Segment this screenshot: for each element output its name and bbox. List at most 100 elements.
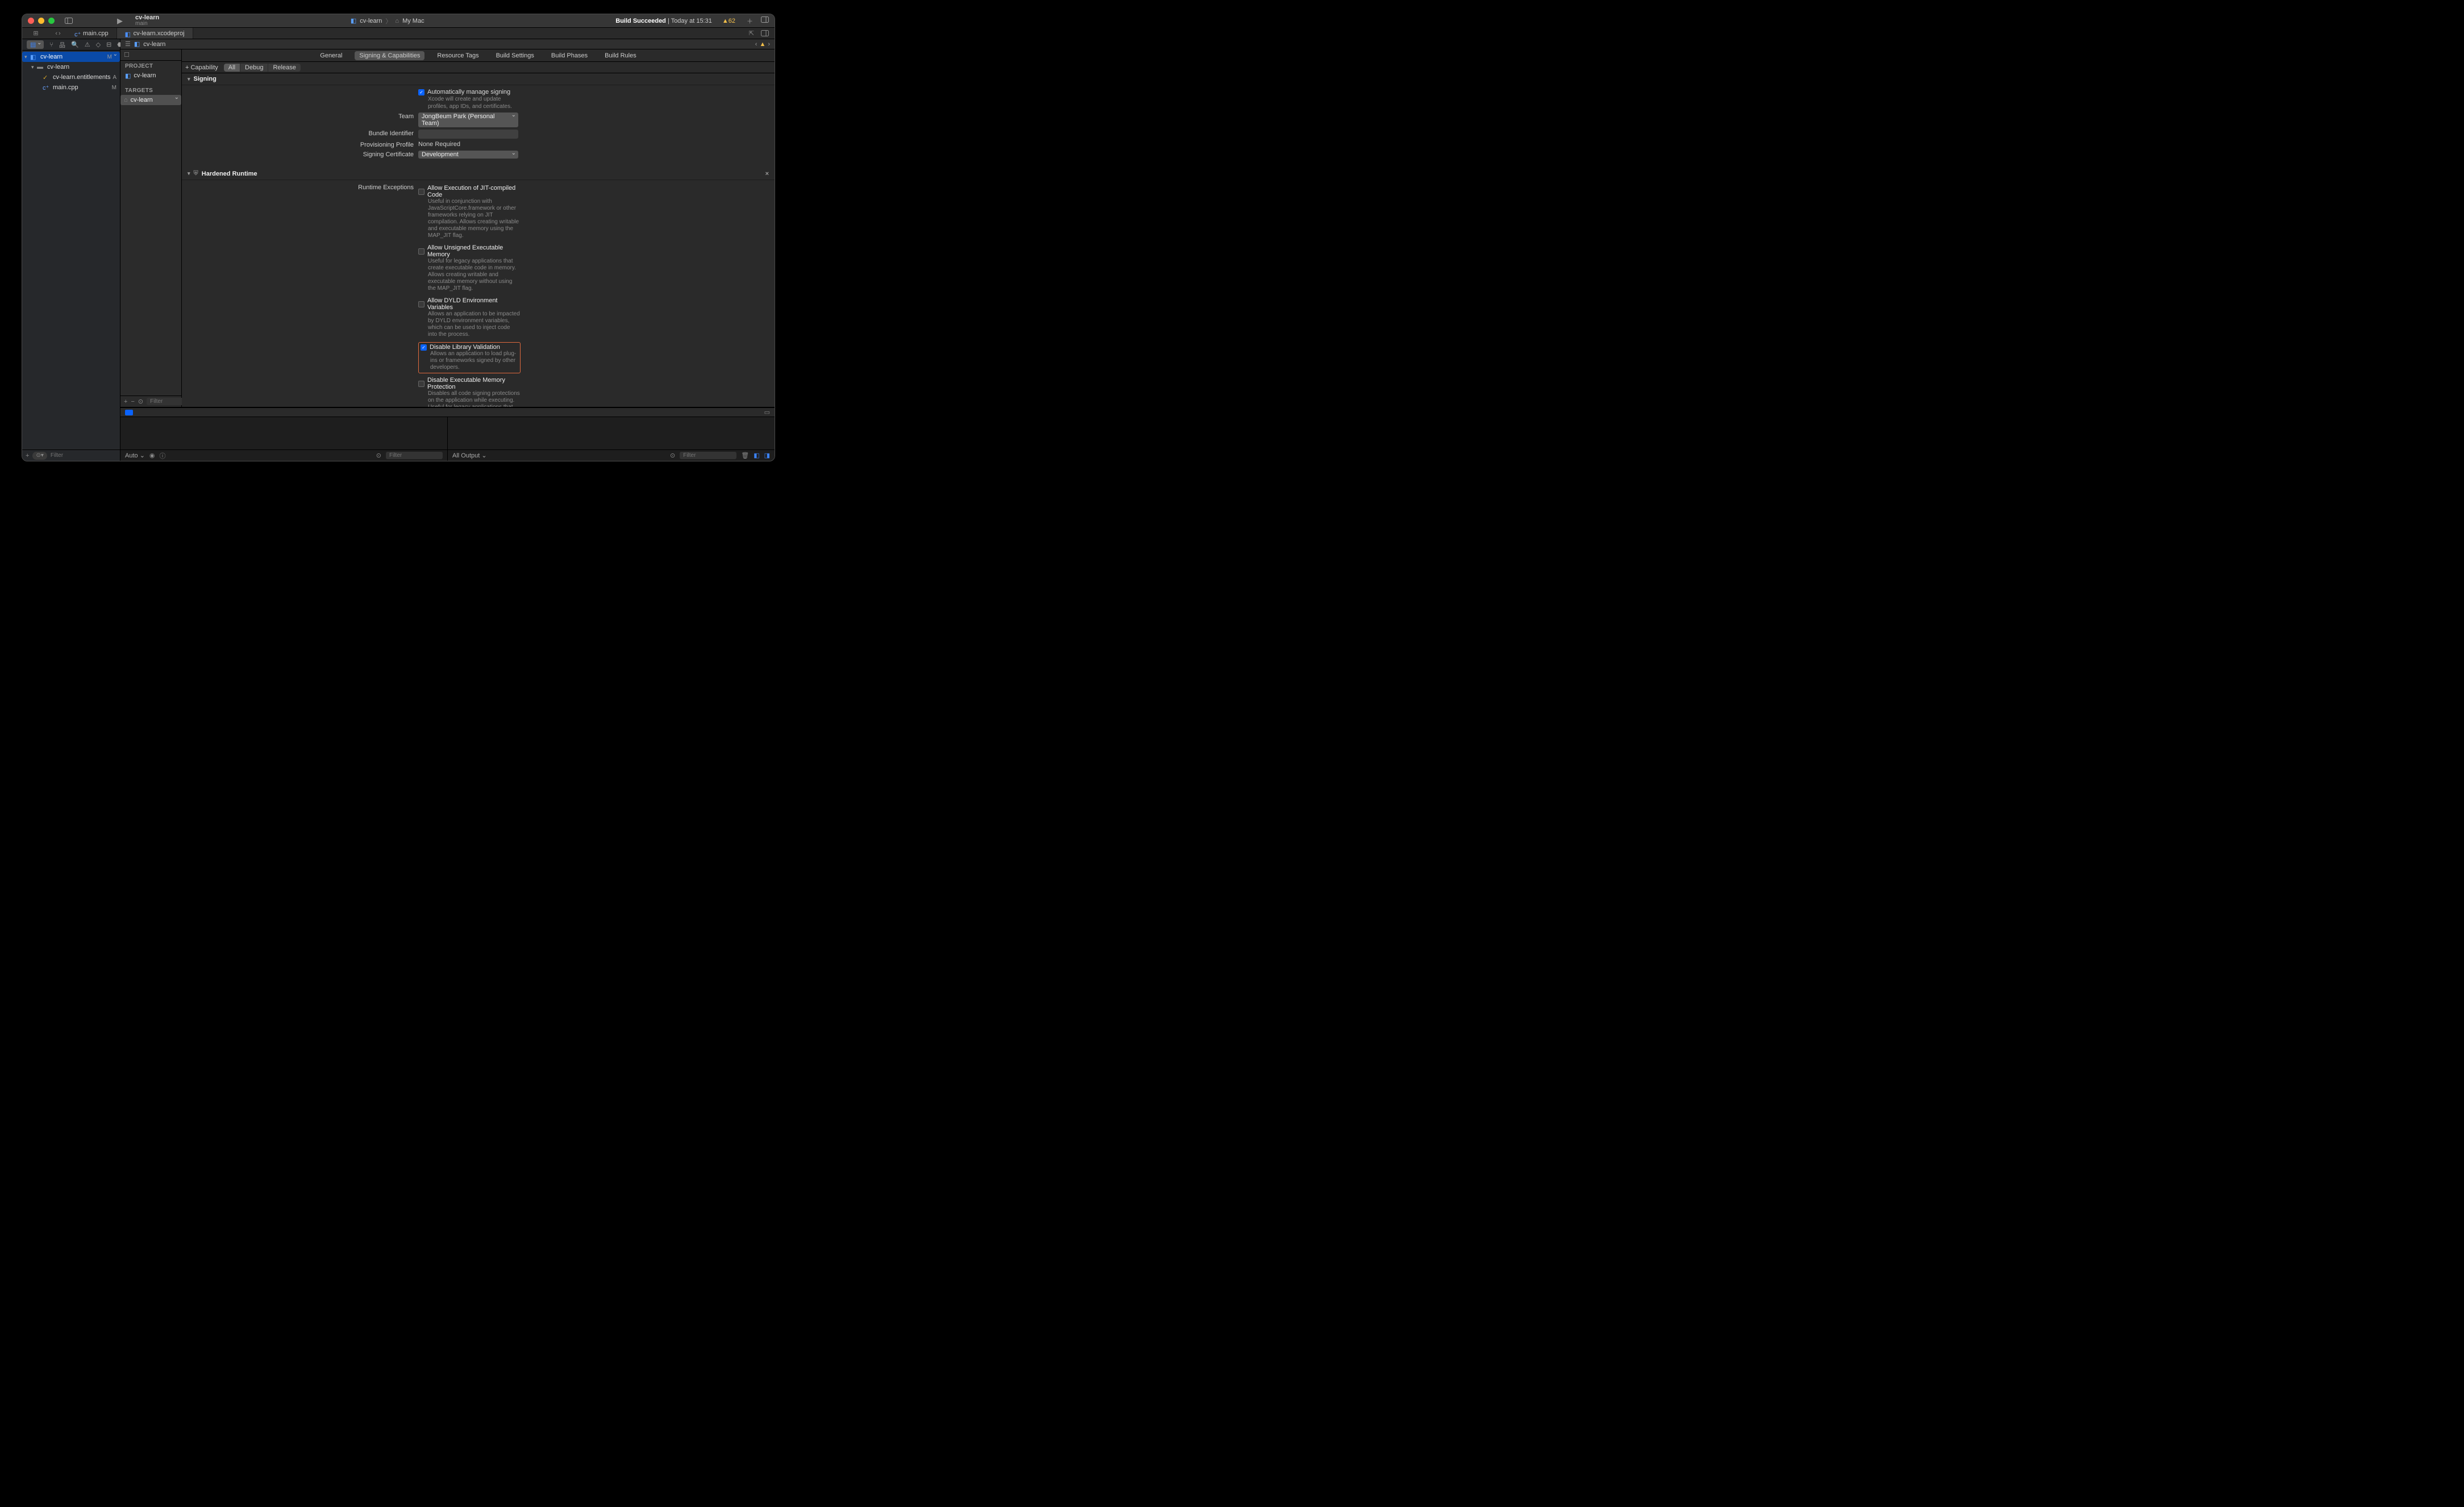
zoom-window[interactable] xyxy=(48,18,55,24)
checkbox-desc: Allows an application to be impacted by … xyxy=(418,311,521,338)
scope-bar[interactable]: ☐ xyxy=(120,49,181,61)
debug-nav-icon[interactable]: ⊟ xyxy=(106,41,111,48)
cpp-file-icon: c⁺ xyxy=(43,84,51,91)
quicklook-icon[interactable]: ◉ xyxy=(149,452,155,459)
navigator-selector: ▤ ⑂ 品 🔍 ⚠ ◇ ⊟ ⬣ ☰ xyxy=(22,39,120,51)
nav-back-icon[interactable]: ‹ xyxy=(55,30,57,37)
run-button-icon[interactable]: ▶ xyxy=(117,16,123,26)
editor-mode-icon[interactable]: ⊞ xyxy=(22,28,49,39)
project-header: PROJECT xyxy=(120,61,181,70)
library-toggle-icon[interactable] xyxy=(761,16,769,26)
tab-project[interactable]: ◧ cv-learn.xcodeproj xyxy=(117,28,193,39)
issue-nav-icon[interactable]: ⚠ xyxy=(85,41,90,48)
remove-target-icon[interactable]: − xyxy=(131,398,134,405)
assistant-toggle-icon[interactable] xyxy=(761,30,769,36)
find-nav-icon[interactable]: 🔍 xyxy=(71,41,79,48)
seg-debug[interactable]: Debug xyxy=(240,64,268,72)
project-file-icon: ◧ xyxy=(125,31,131,36)
tree-root[interactable]: ▾ ◧ cv-learn M xyxy=(22,52,120,62)
filter-icon: ⊙ xyxy=(670,452,675,459)
crumb-menu-icon[interactable]: ☰ xyxy=(125,40,131,48)
hardened-section-header[interactable]: ▾ ⛨ Hardened Runtime × xyxy=(182,168,775,180)
add-file-icon[interactable]: + xyxy=(26,452,29,459)
tab-build-rules[interactable]: Build Rules xyxy=(600,51,641,60)
add-target-icon[interactable]: + xyxy=(124,398,127,405)
crumb-project[interactable]: cv-learn xyxy=(143,41,165,48)
close-window[interactable] xyxy=(28,18,34,24)
checkbox-desc: Disables all code signing protections on… xyxy=(418,390,521,407)
vcs-branch[interactable]: cv-learn main xyxy=(135,15,159,27)
console-view: All Output ⌄ ⊙ 🗑 ◧ ◨ xyxy=(448,417,775,461)
console-scope[interactable]: All Output ⌄ xyxy=(452,452,487,459)
sidebar-toggle-icon[interactable] xyxy=(65,18,73,24)
folder-nav-icon[interactable]: ▤ xyxy=(27,40,44,49)
seg-release[interactable]: Release xyxy=(268,64,300,72)
add-capability-button[interactable]: + Capability xyxy=(185,64,218,71)
settings-tabs: General Signing & Capabilities Resource … xyxy=(182,49,775,62)
editor-options-icon[interactable]: ⇱ xyxy=(749,30,754,37)
tab-main-cpp[interactable]: c⁺ main.cpp xyxy=(66,28,117,39)
right-pane-icon[interactable]: ◨ xyxy=(764,452,770,459)
checkbox[interactable]: ✓ xyxy=(421,344,427,351)
tab-signing[interactable]: Signing & Capabilities xyxy=(355,51,424,60)
console-filter-input[interactable] xyxy=(680,452,736,459)
info-icon[interactable]: ⓘ xyxy=(160,451,166,460)
cert-select[interactable]: Development xyxy=(418,151,518,159)
symbol-nav-icon[interactable]: 品 xyxy=(59,40,65,49)
tab-resource-tags[interactable]: Resource Tags xyxy=(432,51,483,60)
tree-file-main[interactable]: c⁺ main.cpp M xyxy=(22,82,120,93)
debug-area: Auto ⌄ ◉ ⓘ ⊙ All Output ⌄ ⊙ xyxy=(120,417,775,461)
target-settings: General Signing & Capabilities Resource … xyxy=(182,49,775,407)
variables-view: Auto ⌄ ◉ ⓘ ⊙ xyxy=(120,417,448,461)
seg-all[interactable]: All xyxy=(224,64,240,72)
team-label: Team xyxy=(188,113,418,120)
target-item[interactable]: ⌂ cv-learn xyxy=(120,95,181,105)
filter-scope[interactable]: ⊙▾ xyxy=(32,452,47,460)
project-item[interactable]: ◧ cv-learn xyxy=(120,70,181,81)
drawer-item[interactable] xyxy=(125,410,133,415)
profile-label: Provisioning Profile xyxy=(188,141,418,148)
tree-group[interactable]: ▾ ▬ cv-learn xyxy=(22,62,120,72)
navigator: ▤ ⑂ 品 🔍 ⚠ ◇ ⊟ ⬣ ☰ ▾ ◧ cv-learn M ▾ xyxy=(22,39,120,461)
remove-capability-icon[interactable]: × xyxy=(765,170,769,177)
source-control-nav-icon[interactable]: ⑂ xyxy=(49,41,53,48)
signing-section-header[interactable]: ▾ Signing xyxy=(182,73,775,85)
tab-build-phases[interactable]: Build Phases xyxy=(547,51,592,60)
target-icon: ⌂ xyxy=(124,97,128,103)
crumb-prev-icon[interactable]: ‹ xyxy=(755,41,757,48)
checkbox[interactable] xyxy=(418,248,424,255)
targets-header: TARGETS xyxy=(120,85,181,95)
folder-icon: ▬ xyxy=(37,64,45,70)
checkbox[interactable] xyxy=(418,301,424,307)
crumb-next-icon[interactable]: › xyxy=(768,41,770,48)
checkbox[interactable] xyxy=(418,381,424,387)
left-pane-icon[interactable]: ◧ xyxy=(754,452,759,459)
bundle-label: Bundle Identifier xyxy=(188,130,418,137)
minimize-window[interactable] xyxy=(38,18,44,24)
test-nav-icon[interactable]: ◇ xyxy=(96,41,101,48)
warnings-badge[interactable]: ▲62 xyxy=(722,18,735,24)
checkbox-desc: Useful for legacy applications that crea… xyxy=(418,258,521,292)
checkbox[interactable] xyxy=(418,189,424,195)
auto-manage-label: Automatically manage signing xyxy=(427,89,510,95)
team-select[interactable]: JongBeum Park (Personal Team) xyxy=(418,113,518,127)
trash-icon[interactable]: 🗑 xyxy=(741,452,749,459)
add-tab-icon[interactable]: ＋ xyxy=(747,16,753,26)
drawer-toggle-icon[interactable]: ▭ xyxy=(764,409,770,416)
cpp-file-icon: c⁺ xyxy=(74,31,80,36)
tree-file-entitlements[interactable]: ✓ cv-learn.entitlements A xyxy=(22,72,120,82)
tab-general[interactable]: General xyxy=(315,51,347,60)
navigator-filter-input[interactable] xyxy=(51,452,126,459)
file-tree: ▾ ◧ cv-learn M ▾ ▬ cv-learn ✓ cv-learn.e… xyxy=(22,51,120,449)
capability-checkbox-row: Allow Execution of JIT-compiled CodeUsef… xyxy=(418,184,521,241)
config-segments: All Debug Release xyxy=(224,64,301,72)
crumb-warn-icon[interactable]: ▲ xyxy=(759,41,765,48)
variables-filter-input[interactable] xyxy=(386,452,443,459)
variables-scope[interactable]: Auto ⌄ xyxy=(125,452,145,459)
tab-build-settings[interactable]: Build Settings xyxy=(492,51,539,60)
bundle-id-field[interactable] xyxy=(418,130,518,139)
auto-manage-checkbox[interactable]: ✓ xyxy=(418,89,424,95)
scheme-destination[interactable]: ◧ cv-learn 〉 ⌂ My Mac xyxy=(159,16,615,26)
capabilities-scroll[interactable]: ▾ Signing ✓ Automatically manage signing xyxy=(182,73,775,407)
nav-fwd-icon[interactable]: › xyxy=(59,30,61,37)
